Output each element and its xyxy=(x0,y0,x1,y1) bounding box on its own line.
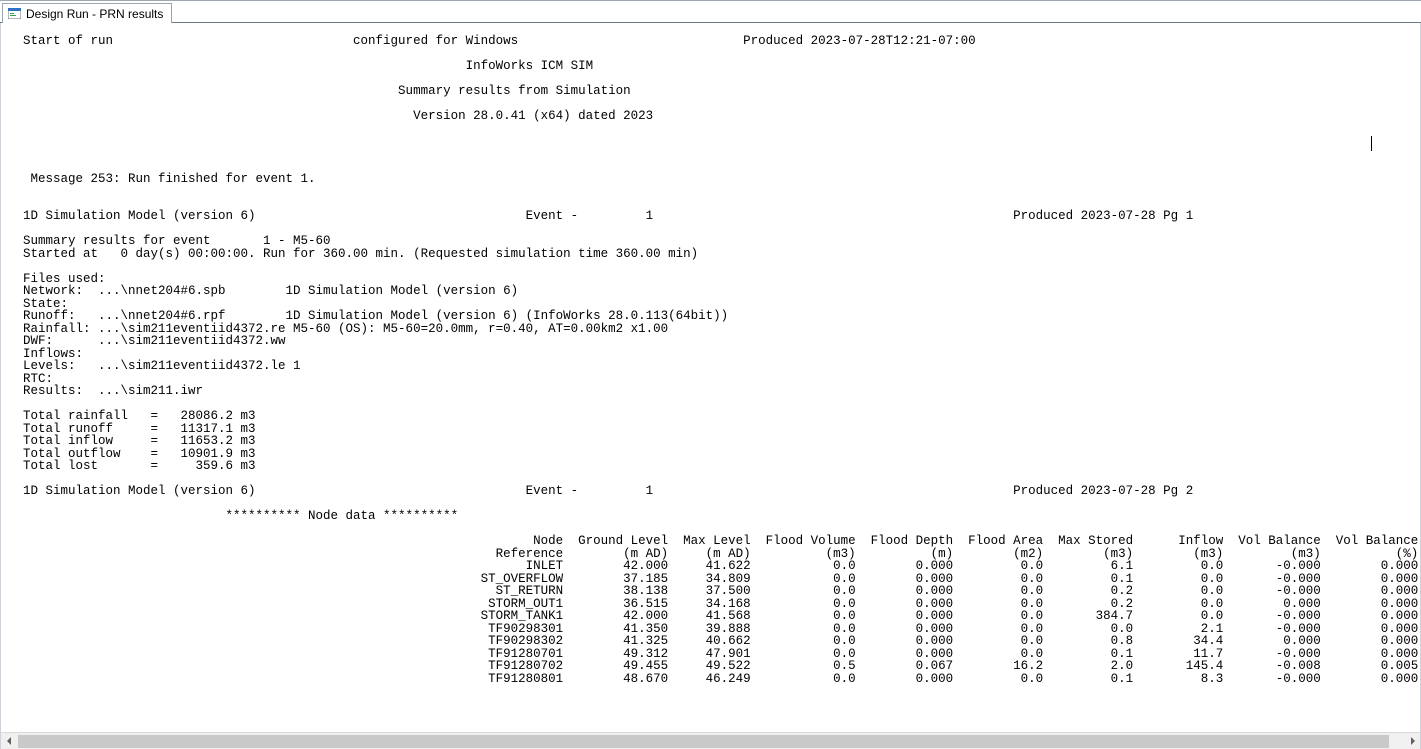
tab-design-run[interactable]: Design Run - PRN results xyxy=(2,3,172,23)
horizontal-scrollbar[interactable] xyxy=(1,732,1420,749)
text-caret xyxy=(1371,136,1372,151)
prn-text: Start of run configured for Windows Prod… xyxy=(1,23,1420,689)
scroll-thumb[interactable] xyxy=(18,735,1389,748)
results-viewport[interactable]: Start of run configured for Windows Prod… xyxy=(1,23,1420,732)
scroll-track[interactable] xyxy=(18,733,1403,749)
app-icon xyxy=(8,8,21,19)
tab-bar: Design Run - PRN results xyxy=(0,1,1421,23)
tab-title: Design Run - PRN results xyxy=(26,7,163,21)
scroll-left-button[interactable] xyxy=(1,733,18,749)
scroll-right-button[interactable] xyxy=(1403,733,1420,749)
